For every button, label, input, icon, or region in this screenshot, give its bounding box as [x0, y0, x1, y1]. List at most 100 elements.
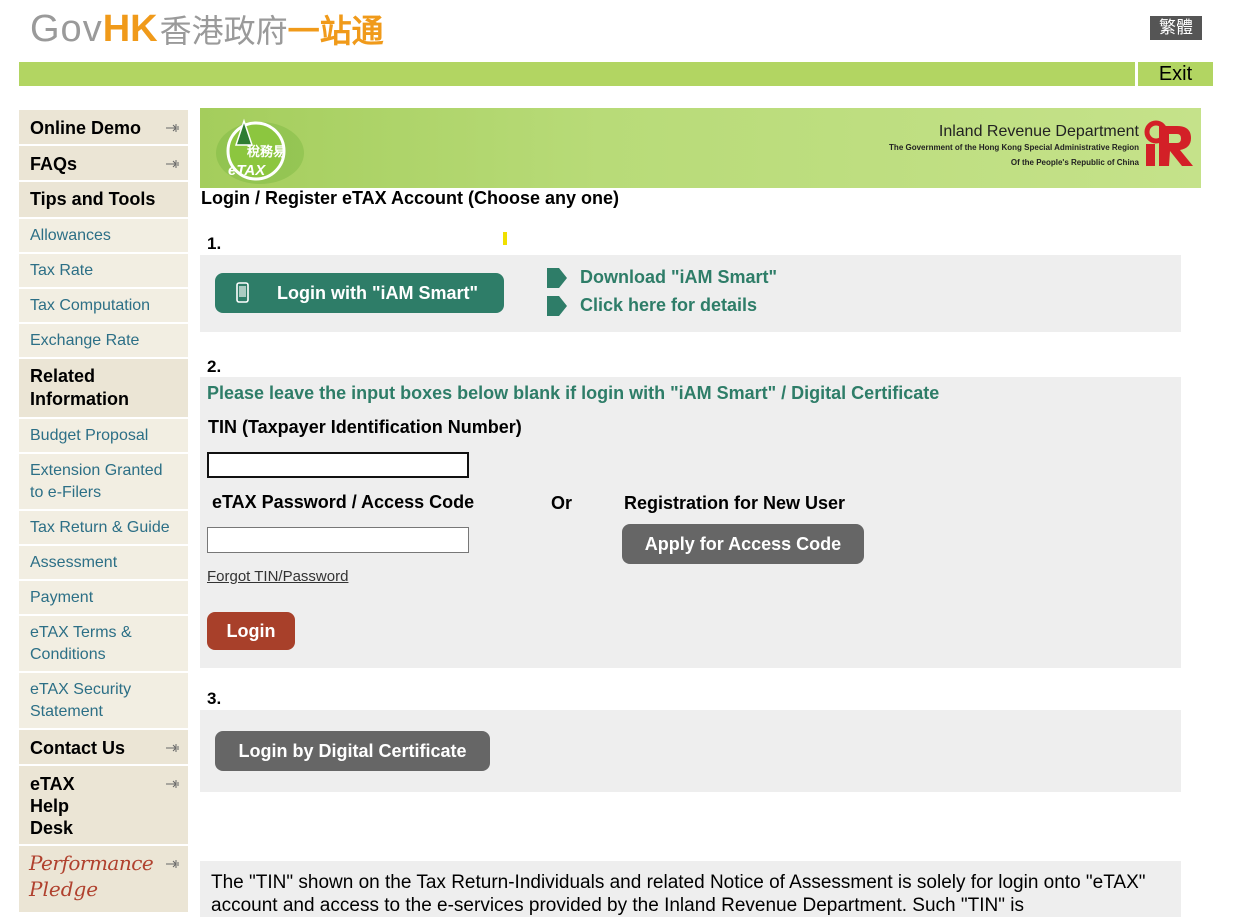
sidebar-item-assessment[interactable]: Assessment	[19, 546, 188, 581]
language-toggle-button[interactable]: 繁體	[1150, 16, 1202, 40]
sidebar-item-tax-rate[interactable]: Tax Rate	[19, 254, 188, 289]
arrow-expand-icon	[166, 160, 179, 168]
sidebar-item-link[interactable]: eTAX Help Desk	[19, 766, 124, 844]
tin-notice: The "TIN" shown on the Tax Return-Indivi…	[200, 861, 1181, 917]
exit-button[interactable]: Exit	[1138, 62, 1213, 86]
sidebar-heading-related-information: Related Information	[19, 359, 188, 419]
performance-pledge-line1: Performance	[29, 851, 154, 875]
sidebar-item-label: Contact Us	[30, 738, 126, 758]
sidebar-link[interactable]: Tax Return & Guide	[19, 511, 188, 544]
sidebar-item-label: Tips and Tools	[30, 189, 156, 209]
iam-smart-phone-icon	[236, 282, 249, 303]
sidebar-item-label: Exchange Rate	[30, 332, 140, 349]
password-input[interactable]	[207, 527, 469, 553]
login-hint-text: Please leave the input boxes below blank…	[207, 383, 940, 403]
sidebar-link[interactable]: Tax Computation	[19, 289, 188, 322]
arrow-expand-icon	[166, 744, 179, 752]
or-label: Or	[551, 493, 573, 513]
step-2-number: 2.	[207, 357, 222, 376]
arrow-right-icon	[547, 267, 567, 288]
login-digital-certificate-button[interactable]: Login by Digital Certificate	[215, 731, 490, 771]
tin-input[interactable]	[207, 452, 469, 478]
sidebar-item-faqs[interactable]: FAQs	[19, 146, 188, 182]
download-iam-smart-label: Download "iAM Smart"	[580, 267, 778, 287]
sidebar-item-exchange-rate[interactable]: Exchange Rate	[19, 324, 188, 359]
sidebar-item-payment[interactable]: Payment	[19, 581, 188, 616]
logo-cn-orange-text: 一站通	[287, 12, 384, 50]
sidebar-link[interactable]: Exchange Rate	[19, 324, 188, 357]
ird-logo-icon	[1144, 120, 1193, 166]
sidebar-link[interactable]: eTAX Terms & Conditions	[19, 616, 188, 671]
sidebar-item-label: Tax Return & Guide	[30, 519, 170, 536]
sidebar-link[interactable]: eTAX Security Statement	[19, 673, 188, 728]
page-title: Login / Register eTAX Account (Choose an…	[201, 188, 620, 208]
sidebar-link[interactable]: Assessment	[19, 546, 188, 579]
login-button[interactable]: Login	[207, 612, 295, 650]
sidebar-item-label: Online Demo	[30, 118, 142, 138]
sidebar-link[interactable]: Allowances	[19, 219, 188, 252]
apply-access-code-button[interactable]: Apply for Access Code	[622, 524, 864, 564]
password-label: eTAX Password / Access Code	[212, 492, 475, 512]
etax-logo-icon[interactable]: 稅務易 eTAX	[214, 111, 306, 185]
sidebar-heading-tips-and-tools: Tips and Tools	[19, 182, 188, 219]
tin-label: TIN (Taxpayer Identification Number)	[208, 417, 522, 437]
sidebar-item-label: Assessment	[30, 554, 118, 571]
sidebar-heading: Tips and Tools	[19, 182, 188, 217]
login-iam-smart-button[interactable]: Login with "iAM Smart"	[215, 273, 504, 313]
sidebar-item-link[interactable]: FAQs	[19, 146, 188, 180]
sidebar-item-tax-computation[interactable]: Tax Computation	[19, 289, 188, 324]
sidebar-item-contact-us[interactable]: Contact Us	[19, 730, 188, 766]
registration-label: Registration for New User	[624, 493, 846, 513]
govhk-logo[interactable]: Gov HK 香港政府 一站通	[30, 7, 384, 51]
arrow-expand-icon	[166, 780, 179, 788]
sidebar-item-label: eTAX Terms & Conditions	[30, 624, 132, 663]
iam-smart-details-link[interactable]: Click here for details	[547, 295, 757, 316]
sidebar-item-link[interactable]: Contact Us	[19, 730, 188, 764]
sidebar-link[interactable]: Tax Rate	[19, 254, 188, 287]
etax-banner: 稅務易 eTAX Inland Revenue Department The G…	[200, 108, 1201, 188]
iam-smart-details-label: Click here for details	[580, 295, 758, 315]
sidebar-item-label: Budget Proposal	[30, 427, 149, 444]
sidebar-item-label: Related Information	[30, 366, 129, 409]
sidebar-item-label: Allowances	[30, 227, 111, 244]
sidebar-item-allowances[interactable]: Allowances	[19, 219, 188, 254]
etax-logo-en-text: eTAX	[228, 162, 266, 179]
department-subline-1: The Government of the Hong Kong Special …	[889, 143, 1139, 152]
sidebar: Online Demo FAQs Tips and Tools Allowances T…	[19, 110, 188, 914]
sidebar-item-extension-granted-to-e-filers[interactable]: Extension Granted to e-Filers	[19, 454, 188, 511]
performance-pledge-line2: Pledge	[29, 877, 99, 901]
sidebar-item-etax-help-desk[interactable]: eTAX Help Desk	[19, 766, 188, 846]
sidebar-link[interactable]: Payment	[19, 581, 188, 614]
arrow-expand-icon	[166, 860, 179, 868]
etax-logo-cn-text: 稅務易	[247, 144, 286, 160]
sidebar-item-label: Tax Computation	[30, 297, 151, 314]
logo-cn-grey-text: 香港政府	[159, 12, 288, 50]
sidebar-link[interactable]: Extension Granted to e-Filers	[19, 454, 188, 509]
sidebar-item-label: Payment	[30, 589, 94, 606]
logo-gov-text: Gov	[30, 7, 103, 50]
arrow-right-icon	[547, 295, 567, 316]
sidebar-item-link[interactable]: Online Demo	[19, 110, 188, 144]
sidebar-link[interactable]: Budget Proposal	[19, 419, 188, 452]
sidebar-item-etax-terms-conditions[interactable]: eTAX Terms & Conditions	[19, 616, 188, 673]
forgot-tin-password-link[interactable]: Forgot TIN/Password	[207, 568, 348, 585]
step-3-number: 3.	[207, 689, 222, 708]
sidebar-item-label: eTAX Help Desk	[30, 774, 75, 838]
arrow-expand-icon	[166, 124, 179, 132]
department-subline-2: Of the People's Republic of China	[1010, 158, 1139, 167]
sidebar-item-budget-proposal[interactable]: Budget Proposal	[19, 419, 188, 454]
top-green-bar	[19, 62, 1135, 86]
department-name: Inland Revenue Department	[938, 123, 1139, 140]
performance-pledge-link[interactable]: Performance Pledge	[19, 846, 188, 914]
sidebar-heading: Related Information	[19, 359, 139, 417]
sidebar-item-tax-return-guide[interactable]: Tax Return & Guide	[19, 511, 188, 546]
decorative-mark	[503, 232, 507, 245]
sidebar-item-label: eTAX Security Statement	[30, 681, 132, 720]
logo-hk-text: HK	[102, 7, 158, 50]
login-iam-smart-label: Login with "iAM Smart"	[277, 282, 479, 303]
sidebar-item-online-demo[interactable]: Online Demo	[19, 110, 188, 146]
download-iam-smart-link[interactable]: Download "iAM Smart"	[547, 267, 777, 288]
step-1-number: 1.	[207, 234, 222, 253]
sidebar-item-etax-security-statement[interactable]: eTAX Security Statement	[19, 673, 188, 730]
sidebar-item-label: FAQs	[30, 154, 78, 174]
